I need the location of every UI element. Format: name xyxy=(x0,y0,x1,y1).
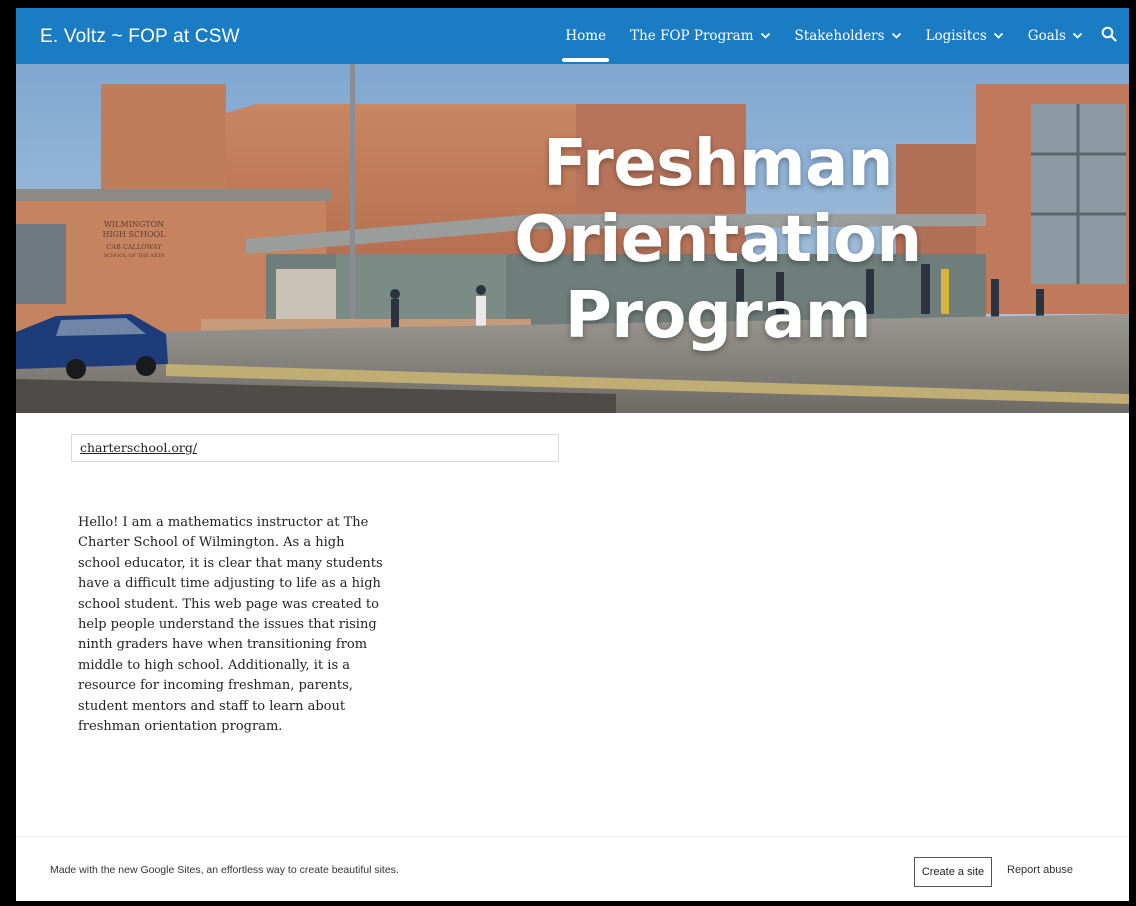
intro-paragraph: Hello! I am a mathematics instructor at … xyxy=(78,515,383,735)
main-nav: Home The FOP Program Stakeholders Logisi… xyxy=(553,8,1129,64)
nav-item-fop-program[interactable]: The FOP Program xyxy=(618,8,782,64)
report-abuse-link[interactable]: Report abuse xyxy=(1007,864,1073,876)
nav-item-label: Stakeholders xyxy=(794,28,885,44)
page-frame: E. Voltz ~ FOP at CSW Home The FOP Progr… xyxy=(16,8,1129,901)
chevron-down-icon xyxy=(760,32,771,40)
create-site-button[interactable]: Create a site xyxy=(914,857,992,887)
top-nav-bar: E. Voltz ~ FOP at CSW Home The FOP Progr… xyxy=(16,8,1129,64)
chevron-down-icon xyxy=(1072,32,1083,40)
nav-item-home[interactable]: Home xyxy=(553,8,618,64)
hero-title-line: Program xyxy=(564,279,872,353)
building-sign-line: HIGH SCHOOL xyxy=(102,230,166,239)
nav-item-logisitcs[interactable]: Logisitcs xyxy=(914,8,1016,64)
building-sign-line: SCHOOL OF THE ARTS xyxy=(104,253,165,259)
hero-title-line: Freshman xyxy=(543,127,893,201)
nav-item-label: Goals xyxy=(1027,28,1066,44)
nav-item-label: The FOP Program xyxy=(630,28,754,44)
search-icon xyxy=(1101,26,1117,47)
building-sign-line: WILMINGTON xyxy=(104,220,164,229)
nav-item-label: Home xyxy=(565,28,607,44)
search-button[interactable] xyxy=(1095,8,1123,64)
hero-title-line: Orientation xyxy=(514,203,922,277)
charterschool-link[interactable]: charterschool.org/ xyxy=(80,440,197,455)
chevron-down-icon xyxy=(993,32,1004,40)
chevron-down-icon xyxy=(891,32,902,40)
hero-title: Freshman Orientation Program xyxy=(488,126,948,354)
site-title[interactable]: E. Voltz ~ FOP at CSW xyxy=(40,26,240,48)
embedded-link-box: charterschool.org/ xyxy=(71,434,559,462)
nav-item-label: Logisitcs xyxy=(925,28,987,44)
nav-item-stakeholders[interactable]: Stakeholders xyxy=(783,8,914,64)
nav-item-goals[interactable]: Goals xyxy=(1016,8,1095,64)
site-footer: Made with the new Google Sites, an effor… xyxy=(16,836,1129,901)
footer-text: Made with the new Google Sites, an effor… xyxy=(50,864,399,876)
building-sign-line: CAB CALLOWAY xyxy=(106,243,162,251)
hero-banner: WILMINGTON HIGH SCHOOL CAB CALLOWAY SCHO… xyxy=(16,64,1129,413)
